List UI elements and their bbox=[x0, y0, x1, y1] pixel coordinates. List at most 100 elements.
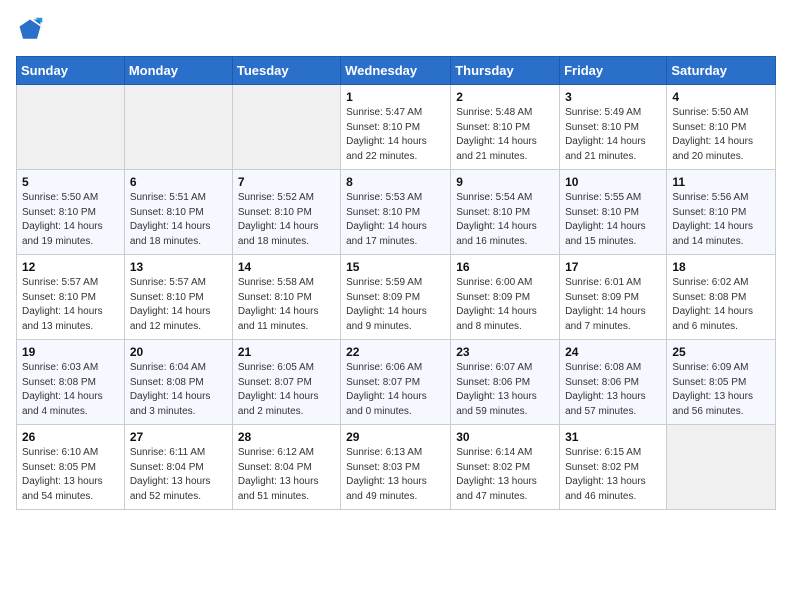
calendar-cell: 24 Sunrise: 6:08 AM Sunset: 8:06 PM Dayli… bbox=[560, 340, 667, 425]
day-info: Sunrise: 6:07 AM Sunset: 8:06 PM Dayligh… bbox=[456, 361, 554, 419]
day-info: Sunrise: 6:09 AM Sunset: 8:05 PM Dayligh… bbox=[672, 361, 770, 419]
day-info: Sunrise: 6:13 AM Sunset: 8:03 PM Dayligh… bbox=[346, 446, 445, 504]
calendar-cell: 14 Sunrise: 5:58 AM Sunset: 8:10 PM Dayli… bbox=[232, 255, 340, 340]
calendar-cell: 28 Sunrise: 6:12 AM Sunset: 8:04 PM Dayli… bbox=[232, 425, 340, 510]
calendar-cell: 22 Sunrise: 6:06 AM Sunset: 8:07 PM Dayli… bbox=[341, 340, 451, 425]
calendar-cell: 1 Sunrise: 5:47 AM Sunset: 8:10 PM Daylig… bbox=[341, 85, 451, 170]
day-number: 18 bbox=[672, 260, 770, 274]
day-number: 21 bbox=[238, 345, 335, 359]
calendar-cell: 26 Sunrise: 6:10 AM Sunset: 8:05 PM Dayli… bbox=[17, 425, 125, 510]
day-info: Sunrise: 5:54 AM Sunset: 8:10 PM Dayligh… bbox=[456, 191, 554, 249]
day-number: 16 bbox=[456, 260, 554, 274]
day-number: 2 bbox=[456, 90, 554, 104]
calendar-table: SundayMondayTuesdayWednesdayThursdayFrid… bbox=[16, 56, 776, 510]
day-number: 4 bbox=[672, 90, 770, 104]
header-friday: Friday bbox=[560, 57, 667, 85]
day-number: 17 bbox=[565, 260, 661, 274]
calendar-cell bbox=[17, 85, 125, 170]
day-info: Sunrise: 6:11 AM Sunset: 8:04 PM Dayligh… bbox=[130, 446, 227, 504]
day-info: Sunrise: 6:04 AM Sunset: 8:08 PM Dayligh… bbox=[130, 361, 227, 419]
day-number: 22 bbox=[346, 345, 445, 359]
day-info: Sunrise: 6:10 AM Sunset: 8:05 PM Dayligh… bbox=[22, 446, 119, 504]
day-number: 11 bbox=[672, 175, 770, 189]
day-info: Sunrise: 5:47 AM Sunset: 8:10 PM Dayligh… bbox=[346, 106, 445, 164]
header-monday: Monday bbox=[124, 57, 232, 85]
day-info: Sunrise: 5:56 AM Sunset: 8:10 PM Dayligh… bbox=[672, 191, 770, 249]
calendar-cell: 2 Sunrise: 5:48 AM Sunset: 8:10 PM Daylig… bbox=[451, 85, 560, 170]
day-number: 31 bbox=[565, 430, 661, 444]
calendar-header-row: SundayMondayTuesdayWednesdayThursdayFrid… bbox=[17, 57, 776, 85]
calendar-cell: 7Sunrise: 5:52 AM Sunset: 8:10 PM Daylig… bbox=[232, 170, 340, 255]
day-info: Sunrise: 5:51 AM Sunset: 8:10 PM Dayligh… bbox=[130, 191, 227, 249]
calendar-week-row: 12 Sunrise: 5:57 AM Sunset: 8:10 PM Dayli… bbox=[17, 255, 776, 340]
calendar-week-row: 5 Sunrise: 5:50 AM Sunset: 8:10 PM Daylig… bbox=[17, 170, 776, 255]
calendar-cell: 9 Sunrise: 5:54 AM Sunset: 8:10 PM Daylig… bbox=[451, 170, 560, 255]
day-number: 27 bbox=[130, 430, 227, 444]
day-number: 15 bbox=[346, 260, 445, 274]
logo bbox=[16, 16, 48, 44]
header-sunday: Sunday bbox=[17, 57, 125, 85]
calendar-cell: 11 Sunrise: 5:56 AM Sunset: 8:10 PM Dayli… bbox=[667, 170, 776, 255]
day-number: 26 bbox=[22, 430, 119, 444]
calendar-cell: 6 Sunrise: 5:51 AM Sunset: 8:10 PM Daylig… bbox=[124, 170, 232, 255]
day-number: 29 bbox=[346, 430, 445, 444]
calendar-cell: 25Sunrise: 6:09 AM Sunset: 8:05 PM Dayli… bbox=[667, 340, 776, 425]
calendar-cell: 15 Sunrise: 5:59 AM Sunset: 8:09 PM Dayli… bbox=[341, 255, 451, 340]
day-info: Sunrise: 6:06 AM Sunset: 8:07 PM Dayligh… bbox=[346, 361, 445, 419]
header-tuesday: Tuesday bbox=[232, 57, 340, 85]
day-number: 23 bbox=[456, 345, 554, 359]
day-number: 10 bbox=[565, 175, 661, 189]
calendar-cell: 21 Sunrise: 6:05 AM Sunset: 8:07 PM Dayli… bbox=[232, 340, 340, 425]
day-number: 6 bbox=[130, 175, 227, 189]
day-info: Sunrise: 5:58 AM Sunset: 8:10 PM Dayligh… bbox=[238, 276, 335, 334]
calendar-cell: 12 Sunrise: 5:57 AM Sunset: 8:10 PM Dayli… bbox=[17, 255, 125, 340]
day-info: Sunrise: 6:08 AM Sunset: 8:06 PM Dayligh… bbox=[565, 361, 661, 419]
day-info: Sunrise: 5:55 AM Sunset: 8:10 PM Dayligh… bbox=[565, 191, 661, 249]
day-info: Sunrise: 6:05 AM Sunset: 8:07 PM Dayligh… bbox=[238, 361, 335, 419]
day-number: 9 bbox=[456, 175, 554, 189]
header-saturday: Saturday bbox=[667, 57, 776, 85]
header-thursday: Thursday bbox=[451, 57, 560, 85]
calendar-week-row: 19 Sunrise: 6:03 AM Sunset: 8:08 PM Dayli… bbox=[17, 340, 776, 425]
day-info: Sunrise: 5:49 AM Sunset: 8:10 PM Dayligh… bbox=[565, 106, 661, 164]
day-number: 30 bbox=[456, 430, 554, 444]
day-info: Sunrise: 5:50 AM Sunset: 8:10 PM Dayligh… bbox=[672, 106, 770, 164]
day-number: 7 bbox=[238, 175, 335, 189]
day-number: 3 bbox=[565, 90, 661, 104]
day-info: Sunrise: 6:03 AM Sunset: 8:08 PM Dayligh… bbox=[22, 361, 119, 419]
calendar-cell: 17Sunrise: 6:01 AM Sunset: 8:09 PM Dayli… bbox=[560, 255, 667, 340]
day-info: Sunrise: 6:12 AM Sunset: 8:04 PM Dayligh… bbox=[238, 446, 335, 504]
day-number: 8 bbox=[346, 175, 445, 189]
day-number: 12 bbox=[22, 260, 119, 274]
calendar-cell: 20Sunrise: 6:04 AM Sunset: 8:08 PM Dayli… bbox=[124, 340, 232, 425]
day-info: Sunrise: 6:02 AM Sunset: 8:08 PM Dayligh… bbox=[672, 276, 770, 334]
calendar-week-row: 1 Sunrise: 5:47 AM Sunset: 8:10 PM Daylig… bbox=[17, 85, 776, 170]
day-info: Sunrise: 5:59 AM Sunset: 8:09 PM Dayligh… bbox=[346, 276, 445, 334]
calendar-cell: 13Sunrise: 5:57 AM Sunset: 8:10 PM Dayli… bbox=[124, 255, 232, 340]
calendar-cell: 29 Sunrise: 6:13 AM Sunset: 8:03 PM Dayli… bbox=[341, 425, 451, 510]
day-number: 24 bbox=[565, 345, 661, 359]
calendar-cell bbox=[124, 85, 232, 170]
calendar-cell bbox=[667, 425, 776, 510]
day-number: 1 bbox=[346, 90, 445, 104]
page-header bbox=[16, 16, 776, 44]
day-number: 5 bbox=[22, 175, 119, 189]
calendar-cell: 30Sunrise: 6:14 AM Sunset: 8:02 PM Dayli… bbox=[451, 425, 560, 510]
day-info: Sunrise: 5:57 AM Sunset: 8:10 PM Dayligh… bbox=[22, 276, 119, 334]
day-number: 28 bbox=[238, 430, 335, 444]
calendar-cell: 27 Sunrise: 6:11 AM Sunset: 8:04 PM Dayli… bbox=[124, 425, 232, 510]
day-info: Sunrise: 5:50 AM Sunset: 8:10 PM Dayligh… bbox=[22, 191, 119, 249]
day-number: 13 bbox=[130, 260, 227, 274]
calendar-week-row: 26 Sunrise: 6:10 AM Sunset: 8:05 PM Dayli… bbox=[17, 425, 776, 510]
calendar-cell: 10 Sunrise: 5:55 AM Sunset: 8:10 PM Dayli… bbox=[560, 170, 667, 255]
day-info: Sunrise: 6:00 AM Sunset: 8:09 PM Dayligh… bbox=[456, 276, 554, 334]
day-info: Sunrise: 5:48 AM Sunset: 8:10 PM Dayligh… bbox=[456, 106, 554, 164]
day-number: 19 bbox=[22, 345, 119, 359]
calendar-cell: 18 Sunrise: 6:02 AM Sunset: 8:08 PM Dayli… bbox=[667, 255, 776, 340]
day-info: Sunrise: 5:53 AM Sunset: 8:10 PM Dayligh… bbox=[346, 191, 445, 249]
calendar-cell: 5 Sunrise: 5:50 AM Sunset: 8:10 PM Daylig… bbox=[17, 170, 125, 255]
calendar-cell: 16 Sunrise: 6:00 AM Sunset: 8:09 PM Dayli… bbox=[451, 255, 560, 340]
day-info: Sunrise: 6:15 AM Sunset: 8:02 PM Dayligh… bbox=[565, 446, 661, 504]
day-number: 14 bbox=[238, 260, 335, 274]
calendar-cell bbox=[232, 85, 340, 170]
